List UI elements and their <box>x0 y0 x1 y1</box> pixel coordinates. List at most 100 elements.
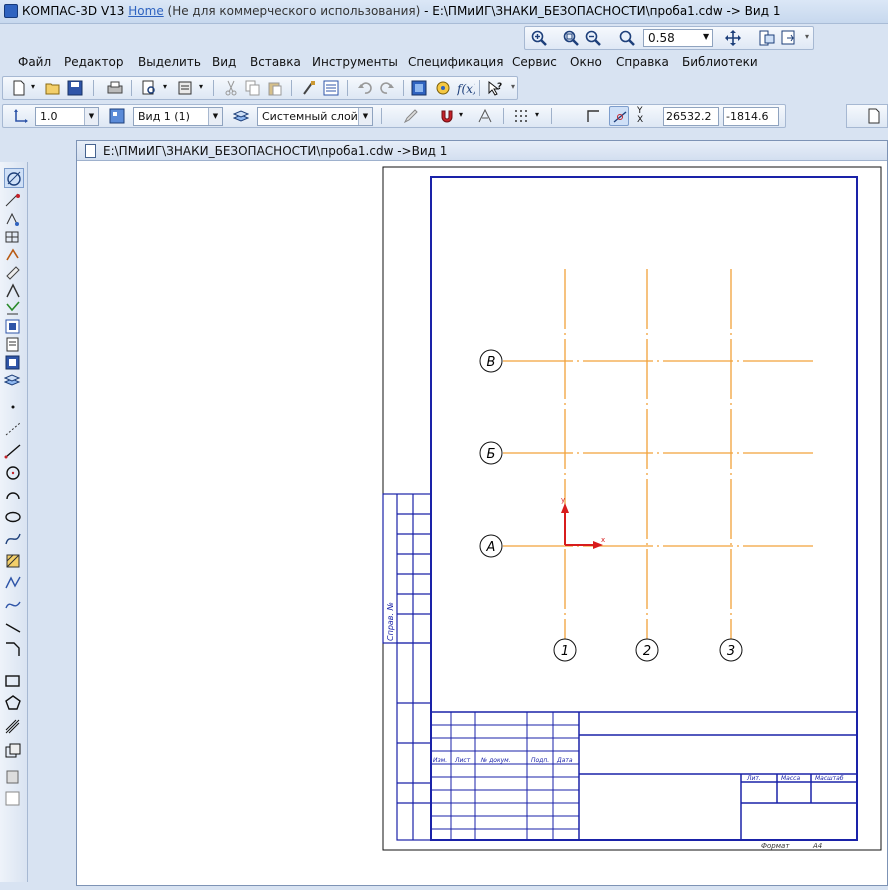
menu-view[interactable]: Вид <box>212 55 236 69</box>
rectangle-icon[interactable] <box>4 672 24 692</box>
manager-dropdown-icon[interactable]: ▾ <box>199 82 203 91</box>
fill-icon[interactable] <box>4 768 24 788</box>
open-icon[interactable] <box>43 78 63 98</box>
menu-libraries[interactable]: Библиотеки <box>682 55 758 69</box>
manager-icon[interactable] <box>175 78 195 98</box>
menu-insert[interactable]: Вставка <box>250 55 301 69</box>
equidistant-icon[interactable] <box>4 718 24 738</box>
coord-y-field[interactable]: -1814.6 <box>723 107 779 126</box>
new-dropdown-icon[interactable]: ▾ <box>31 82 35 91</box>
axis-label-v: В <box>487 355 496 370</box>
grid-icon[interactable] <box>511 106 531 126</box>
pan-icon[interactable] <box>723 28 743 48</box>
magnet-icon[interactable] <box>437 106 457 126</box>
parametrization-icon[interactable] <box>4 246 24 266</box>
point-icon[interactable] <box>4 398 24 418</box>
zoom-out-icon[interactable] <box>583 28 603 48</box>
chevron-down-icon[interactable]: ▼ <box>208 108 222 125</box>
menu-editor[interactable]: Редактор <box>64 55 123 69</box>
show-all-icon[interactable] <box>757 28 777 48</box>
scale-select[interactable]: 1.0 ▼ <box>35 107 99 126</box>
sheet-outline <box>382 166 882 851</box>
collection-icon[interactable] <box>4 790 24 810</box>
insert-icon[interactable] <box>4 336 24 356</box>
refresh-icon[interactable] <box>779 28 799 48</box>
edit-icon[interactable] <box>4 228 24 248</box>
compact-toolbar <box>0 162 28 882</box>
symbols-icon[interactable] <box>4 210 24 230</box>
menu-window[interactable]: Окно <box>570 55 602 69</box>
snap-icon[interactable] <box>609 106 629 126</box>
circle-icon[interactable] <box>4 464 24 484</box>
layer-icon[interactable] <box>231 106 251 126</box>
copy-icon[interactable] <box>243 78 263 98</box>
layer-select[interactable]: Системный слой (▼ <box>257 107 373 126</box>
print-icon[interactable] <box>105 78 125 98</box>
coord-x-field[interactable]: 26532.2 <box>663 107 719 126</box>
redo-icon[interactable] <box>377 78 397 98</box>
arc-icon[interactable] <box>4 486 24 506</box>
tb-header-izm: Изм. <box>433 757 447 764</box>
menu-tools[interactable]: Инструменты <box>312 55 398 69</box>
undo-icon[interactable] <box>355 78 375 98</box>
menu-file[interactable]: Файл <box>18 55 51 69</box>
geometry-icon[interactable] <box>4 168 24 188</box>
preview-dropdown-icon[interactable]: ▾ <box>163 82 167 91</box>
format-painter-icon[interactable] <box>299 78 319 98</box>
view-select[interactable]: Вид 1 (1) ▼ <box>133 107 223 126</box>
new-icon[interactable] <box>9 78 29 98</box>
menu-specification[interactable]: Спецификация <box>408 55 503 69</box>
orthogonal-icon[interactable] <box>583 106 603 126</box>
toolbar-options-icon[interactable]: ▾ <box>805 32 809 41</box>
zoom-window-icon[interactable] <box>561 28 581 48</box>
polygon-icon[interactable] <box>4 694 24 714</box>
spline-icon[interactable] <box>4 530 24 550</box>
menu-select[interactable]: Выделить <box>138 55 201 69</box>
view-state-icon[interactable] <box>107 106 127 126</box>
library-manager-icon[interactable] <box>409 78 429 98</box>
line-icon[interactable] <box>4 618 24 638</box>
current-state-toolbar: 1.0 ▼ Вид 1 (1) ▼ Системный слой (▼ ▾ ▾ YX… <box>2 104 786 128</box>
preview-icon[interactable] <box>139 78 159 98</box>
paste-icon[interactable] <box>265 78 285 98</box>
select-icon[interactable] <box>4 282 24 302</box>
aux-line-icon[interactable] <box>4 420 24 440</box>
menu-service[interactable]: Сервис <box>512 55 557 69</box>
fragment-icon[interactable] <box>4 354 24 374</box>
layers-icon[interactable] <box>3 372 24 392</box>
snap-dropdown-icon[interactable]: ▾ <box>459 110 463 119</box>
segment-icon[interactable] <box>4 442 24 462</box>
page-icon[interactable] <box>865 106 885 126</box>
measure-icon[interactable] <box>4 264 24 284</box>
function-icon[interactable]: f(x) <box>455 78 475 98</box>
dimensions-icon[interactable] <box>4 192 24 212</box>
spec-icon[interactable] <box>4 300 24 320</box>
menu-help[interactable]: Справка <box>616 55 669 69</box>
chevron-down-icon[interactable]: ▼ <box>703 32 709 41</box>
ellipse-icon[interactable] <box>4 508 24 528</box>
properties-icon[interactable] <box>321 78 341 98</box>
pencil-icon[interactable] <box>401 106 421 126</box>
local-cs-icon[interactable] <box>11 106 31 126</box>
cut-icon[interactable] <box>221 78 241 98</box>
bezier-icon[interactable] <box>4 596 24 616</box>
polyline-icon[interactable] <box>4 574 24 594</box>
zoom-toolbar: 0.58 ▼ ▾ <box>524 26 814 50</box>
reports-icon[interactable] <box>4 318 24 338</box>
variables-icon[interactable] <box>433 78 453 98</box>
drawing-canvas[interactable]: В Б А 1 2 3 y x Справ. № Изм. Лист № док… <box>77 141 887 885</box>
grid-dropdown-icon[interactable]: ▾ <box>535 110 539 119</box>
chevron-down-icon[interactable]: ▼ <box>358 108 372 125</box>
document-path: - E:\ПМиИГ\ЗНАКИ_БЕЗОПАСНОСТИ\проба1.cdw… <box>424 4 781 18</box>
zoom-in-icon[interactable] <box>529 28 549 48</box>
contour-icon[interactable] <box>4 742 24 762</box>
hatch-icon[interactable] <box>4 552 24 572</box>
toolbar-options-icon[interactable]: ▾ <box>511 82 515 91</box>
chevron-down-icon[interactable]: ▼ <box>84 108 98 125</box>
curve-icon[interactable] <box>475 106 495 126</box>
svg-text:x: x <box>601 536 605 544</box>
save-icon[interactable] <box>65 78 85 98</box>
zoom-scale-icon[interactable] <box>617 28 637 48</box>
help-icon[interactable]: ? <box>485 78 505 98</box>
chamfer-icon[interactable] <box>4 640 24 660</box>
